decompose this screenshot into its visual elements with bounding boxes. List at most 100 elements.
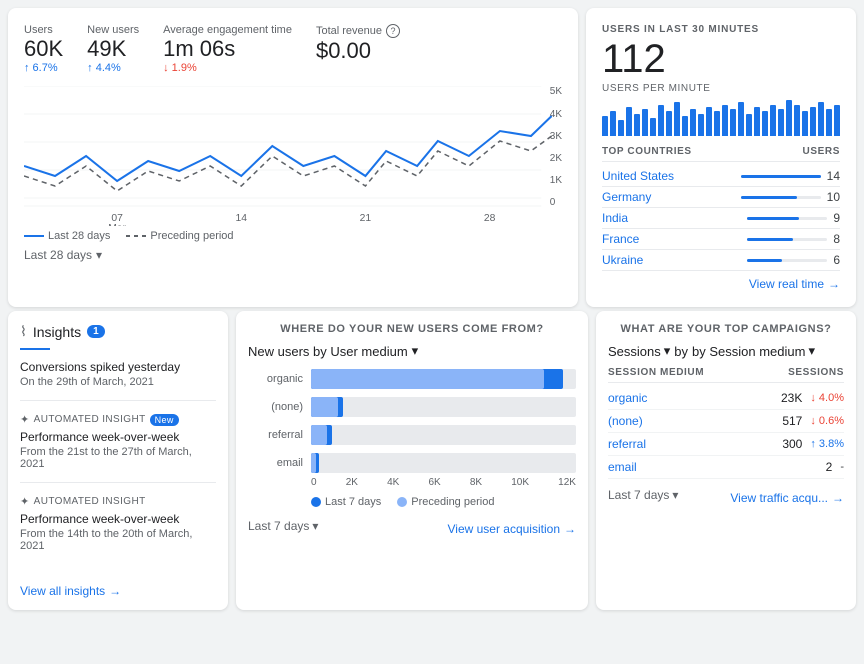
view-realtime-link[interactable]: View real time → bbox=[602, 277, 840, 291]
legend-preceding: Preceding period bbox=[126, 230, 233, 242]
session-change: ↓ 4.0% bbox=[810, 392, 844, 404]
y-axis-labels: 5K 4K 3K 2K 1K 0 bbox=[550, 86, 562, 226]
view-traffic-link[interactable]: View traffic acqu... → bbox=[730, 491, 844, 505]
realtime-bar bbox=[834, 105, 840, 137]
campaigns-question: WHAT ARE YOUR TOP CAMPAIGNS? bbox=[608, 323, 844, 335]
where-bar-row: referral bbox=[248, 425, 576, 445]
realtime-bar bbox=[746, 114, 752, 137]
arrow-right-icon: → bbox=[564, 522, 576, 536]
session-count: 517 bbox=[782, 414, 802, 428]
axis-label: 8K bbox=[470, 477, 482, 488]
session-change: ↑ 3.8% bbox=[810, 438, 844, 450]
metric-new-users-change: ↑ 4.4% bbox=[87, 62, 139, 74]
legend-dashed-line bbox=[126, 235, 146, 237]
realtime-bar bbox=[722, 105, 728, 137]
view-user-acquisition-link[interactable]: View user acquisition → bbox=[447, 522, 576, 536]
country-name[interactable]: United States bbox=[602, 169, 674, 183]
where-footer: Last 7 days ▾ View user acquisition → bbox=[248, 516, 576, 536]
country-bar-row: 8 bbox=[747, 232, 840, 246]
metric-revenue-label: Total revenue ? bbox=[316, 24, 400, 38]
axis-label: 2K bbox=[346, 477, 358, 488]
metric-revenue: Total revenue ? $0.00 bbox=[316, 24, 400, 74]
session-medium-dropdown[interactable]: by Session medium ▾ bbox=[692, 343, 815, 359]
legend-solid-line bbox=[24, 235, 44, 237]
country-bar-bg bbox=[741, 196, 821, 199]
country-bar-fill bbox=[741, 196, 798, 199]
session-medium[interactable]: organic bbox=[608, 391, 647, 405]
realtime-bar bbox=[602, 116, 608, 136]
session-change: ↓ 0.6% bbox=[810, 415, 844, 427]
country-name[interactable]: France bbox=[602, 232, 639, 246]
metric-new-users: New users 49K ↑ 4.4% bbox=[87, 24, 139, 74]
campaigns-date-range-button[interactable]: Last 7 days ▾ bbox=[608, 488, 678, 502]
country-bar-fill bbox=[741, 175, 821, 178]
realtime-country-row: Germany 10 bbox=[602, 187, 840, 208]
insight-title-1: Performance week-over-week bbox=[20, 430, 216, 444]
insight-sub-1: From the 21st to the 27th of March, 2021 bbox=[20, 446, 216, 470]
insights-card: ⌇ Insights 1 Conversions spiked yesterda… bbox=[8, 311, 228, 610]
realtime-bar bbox=[610, 111, 616, 136]
realtime-bar bbox=[818, 102, 824, 136]
svg-text:21: 21 bbox=[360, 214, 372, 225]
sessions-dropdown[interactable]: Sessions ▾ bbox=[608, 343, 670, 359]
country-bar-row: 6 bbox=[747, 253, 840, 267]
realtime-bar bbox=[642, 109, 648, 136]
chevron-down-icon: ▾ bbox=[664, 343, 671, 359]
realtime-country-row: Ukraine 6 bbox=[602, 250, 840, 271]
realtime-bar bbox=[650, 118, 656, 136]
country-name[interactable]: Germany bbox=[602, 190, 651, 204]
bar-bg bbox=[311, 397, 576, 417]
session-medium[interactable]: (none) bbox=[608, 414, 643, 428]
country-users: 6 bbox=[833, 253, 840, 267]
insights-sparkline-icon: ⌇ bbox=[20, 323, 27, 340]
realtime-bar bbox=[674, 102, 680, 136]
where-bar-chart: organic (none) referral email bbox=[248, 369, 576, 473]
date-range-button[interactable]: Last 28 days ▾ bbox=[24, 248, 102, 262]
metric-engagement: Average engagement time 1m 06s ↓ 1.9% bbox=[163, 24, 292, 74]
realtime-bar bbox=[802, 111, 808, 136]
where-date-range-button[interactable]: Last 7 days ▾ bbox=[248, 519, 318, 533]
country-bar-bg bbox=[747, 238, 827, 241]
bar-label: organic bbox=[248, 373, 303, 385]
chevron-down-icon: ▾ bbox=[808, 343, 815, 359]
session-medium[interactable]: referral bbox=[608, 437, 646, 451]
session-medium[interactable]: email bbox=[608, 460, 637, 474]
automated-label-2: ✦ AUTOMATED INSIGHT bbox=[20, 495, 216, 508]
session-change: - bbox=[840, 461, 844, 473]
realtime-bar bbox=[730, 109, 736, 136]
country-users: 10 bbox=[827, 190, 840, 204]
realtime-bar bbox=[698, 114, 704, 137]
axis-label: 6K bbox=[428, 477, 440, 488]
sparkle-icon-2: ✦ bbox=[20, 495, 30, 508]
revenue-info-icon[interactable]: ? bbox=[386, 24, 400, 38]
session-count: 300 bbox=[782, 437, 802, 451]
realtime-bar-chart bbox=[602, 100, 840, 136]
country-name[interactable]: Ukraine bbox=[602, 253, 643, 267]
country-bar-fill bbox=[747, 217, 798, 220]
chevron-down-icon: ▾ bbox=[312, 519, 318, 533]
legend-last28: Last 28 days bbox=[24, 230, 110, 242]
metric-users-value: 60K bbox=[24, 36, 63, 62]
realtime-bar bbox=[762, 111, 768, 136]
country-bar-fill bbox=[747, 238, 793, 241]
sessions-table-body: organic 23K ↓ 4.0% (none) 517 ↓ 0.6% ref… bbox=[608, 387, 844, 479]
realtime-bar bbox=[666, 111, 672, 136]
campaigns-card: WHAT ARE YOUR TOP CAMPAIGNS? Sessions ▾ … bbox=[596, 311, 856, 610]
country-name[interactable]: India bbox=[602, 211, 628, 225]
insight-sub-0: On the 29th of March, 2021 bbox=[20, 376, 216, 388]
view-all-insights-link[interactable]: View all insights → bbox=[20, 576, 216, 598]
chevron-down-icon-where[interactable]: ▾ bbox=[412, 343, 419, 359]
realtime-label: USERS IN LAST 30 MINUTES bbox=[602, 24, 840, 35]
country-bar-row: 9 bbox=[747, 211, 840, 225]
realtime-bar bbox=[770, 105, 776, 137]
realtime-countries-header: TOP COUNTRIES USERS bbox=[602, 146, 840, 162]
country-bar-fill bbox=[747, 259, 781, 262]
automated-label-1: ✦ AUTOMATED INSIGHT New bbox=[20, 413, 216, 426]
bar-fill-light bbox=[311, 453, 316, 473]
bar-fill-light bbox=[311, 397, 338, 417]
realtime-bar bbox=[634, 114, 640, 137]
realtime-bar bbox=[618, 120, 624, 136]
country-users: 9 bbox=[833, 211, 840, 225]
new-badge-1: New bbox=[150, 414, 179, 426]
metric-users-label: Users bbox=[24, 24, 63, 36]
